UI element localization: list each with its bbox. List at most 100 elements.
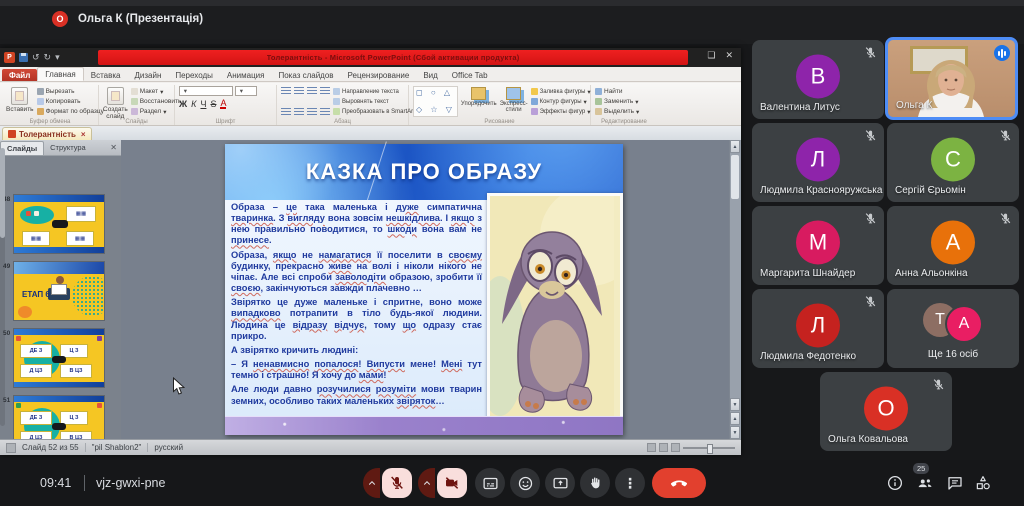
scroll-down-arrow[interactable]: ▼ [730, 398, 740, 411]
document-tab[interactable]: Толерантність × [2, 127, 92, 140]
pane-tab-outline[interactable]: Структура [44, 141, 92, 154]
ribbon-tab-slideshow[interactable]: Показ слайдов [271, 69, 340, 81]
slide-thumbnail-50[interactable]: ДЕ З Ц З Д ЦЗ В ЦЗ [13, 328, 105, 388]
layout-button[interactable]: Макет ▾ [130, 87, 182, 96]
slide-thumbnail-49[interactable]: ЕТАП 6 [13, 261, 105, 321]
camera-off-button[interactable] [437, 468, 467, 498]
arrange-button[interactable]: Упорядочить [461, 86, 497, 117]
participant-tile[interactable]: М Маргарита Шнайдер [752, 206, 884, 285]
participant-tile-video[interactable]: Ольга К [885, 37, 1018, 120]
align-text-button[interactable]: Выровнять текст [333, 97, 415, 106]
italic-button[interactable]: К [191, 99, 196, 109]
save-icon[interactable] [19, 53, 28, 62]
pane-close-icon[interactable]: ✕ [110, 143, 117, 152]
paste-button[interactable]: Вставить [6, 86, 34, 117]
participant-tile[interactable]: Л Людмила Федотенко [752, 289, 884, 368]
shapes-gallery-row2[interactable]: ◇ ☆ ▽ [416, 105, 455, 115]
redo-icon[interactable]: ↻ [44, 53, 52, 62]
participant-tile[interactable]: С Сергій Єрьомін [887, 123, 1019, 202]
status-view-zoom-controls[interactable] [647, 443, 735, 454]
participant-tile[interactable]: А Анна Альонкіна [887, 206, 1019, 285]
slideshow-view-icon[interactable] [671, 443, 680, 452]
mic-off-button[interactable] [382, 468, 412, 498]
text-direction-button[interactable]: Направление текста [333, 87, 415, 96]
captions-icon [482, 475, 499, 492]
close-window-button[interactable]: ✕ [725, 50, 733, 61]
participants-button[interactable] [916, 474, 934, 492]
ppt-title-bar[interactable]: P ↺ ↻ ▾ Толерантність - Microsoft PowerP… [0, 48, 741, 67]
ribbon-tab-home[interactable]: Главная [37, 67, 84, 81]
underline-button[interactable]: Ч [200, 99, 206, 109]
participant-tile[interactable]: Л Людмила Краснояружська [752, 123, 884, 202]
overflow-participants-tile[interactable]: Т А Ще 16 осіб [887, 289, 1019, 368]
font-color-button[interactable]: А [220, 99, 227, 109]
bullets-icon[interactable] [281, 87, 291, 95]
next-slide-button[interactable]: ▼ [730, 426, 740, 439]
line-spacing-icon[interactable] [320, 87, 330, 95]
slide-scrollbar[interactable]: ▲ ▼ ▲ ▼ [729, 140, 741, 439]
find-button[interactable]: Найти [595, 87, 639, 96]
reactions-button[interactable] [510, 468, 540, 498]
strikethrough-button[interactable]: S [210, 99, 216, 109]
quick-styles-button[interactable]: Экспресс-стили [500, 86, 528, 117]
ribbon-tab-officetab[interactable]: Office Tab [445, 69, 495, 81]
document-tab-close-icon[interactable]: × [81, 130, 86, 139]
mic-options-chevron[interactable] [363, 468, 380, 498]
align-center-icon[interactable] [294, 108, 304, 116]
shape-fill-button[interactable]: Заливка фигуры ▾ [530, 87, 591, 96]
scrollbar-thumb[interactable] [731, 155, 739, 199]
scroll-up-arrow[interactable]: ▲ [730, 140, 740, 153]
replace-button[interactable]: Заменить ▾ [595, 97, 639, 106]
pane-tab-slides[interactable]: Слайды [0, 140, 45, 155]
camera-options-chevron[interactable] [418, 468, 435, 498]
justify-icon[interactable] [320, 108, 330, 116]
ribbon-tab-design[interactable]: Дизайн [127, 69, 168, 81]
raise-hand-button[interactable] [580, 468, 610, 498]
ribbon-tab-insert[interactable]: Вставка [84, 69, 128, 81]
leave-call-button[interactable] [652, 468, 706, 498]
previous-slide-button[interactable]: ▲ [730, 412, 740, 425]
copy-button[interactable]: Копировать [36, 97, 104, 106]
sorter-view-icon[interactable] [659, 443, 668, 452]
font-name-combobox[interactable]: ▾ [179, 86, 233, 96]
numbering-icon[interactable] [294, 87, 304, 95]
more-options-button[interactable]: ⋮ [615, 468, 645, 498]
undo-icon[interactable]: ↺ [32, 53, 40, 62]
indent-icon[interactable] [307, 87, 317, 95]
chat-button[interactable] [946, 474, 964, 492]
smartart-button[interactable]: Преобразовать в SmartArt [333, 107, 415, 116]
ribbon-tab-animations[interactable]: Анимация [220, 69, 272, 81]
present-screen-button[interactable] [545, 468, 575, 498]
slide-thumbnail-51[interactable]: ДЕ З Ц З Д ЦЗ В ЦЗ [13, 395, 105, 439]
ribbon-tab-review[interactable]: Рецензирование [341, 69, 417, 81]
captions-button[interactable] [475, 468, 505, 498]
ribbon-tab-view[interactable]: Вид [416, 69, 444, 81]
align-right-icon[interactable] [307, 108, 317, 116]
new-slide-button[interactable]: Создать слайд [103, 86, 128, 120]
reset-button[interactable]: Восстановить [130, 97, 181, 106]
font-size-combobox[interactable]: ▾ [235, 86, 257, 96]
shape-outline-button[interactable]: Контур фигуры ▾ [530, 97, 591, 106]
participant-tile[interactable]: О Ольга Ковальова [820, 372, 952, 451]
slide-thumbnail-48[interactable]: ▦▦ ▦▦ ▦▦ [13, 194, 105, 254]
shapes-gallery-row1[interactable]: ◻ ○ △ [416, 88, 455, 98]
thumbnail-scrollbar[interactable] [0, 148, 5, 426]
bold-button[interactable]: Ж [179, 99, 187, 109]
zoom-slider[interactable] [707, 443, 713, 454]
align-left-icon[interactable] [281, 108, 291, 116]
activities-button[interactable] [974, 474, 992, 492]
quick-access-toolbar[interactable]: P ↺ ↻ ▾ [4, 51, 60, 64]
section-button[interactable]: Раздел ▾ [130, 107, 182, 116]
status-language[interactable]: русский [154, 443, 183, 452]
ribbon-tab-file[interactable]: Файл [2, 69, 38, 81]
select-button[interactable]: Выделить ▾ [595, 107, 639, 116]
cut-button[interactable]: Вырезать [36, 87, 104, 96]
restore-window-button[interactable]: ❑ [707, 50, 715, 61]
ribbon-tab-transitions[interactable]: Переходы [168, 69, 220, 81]
meeting-details-button[interactable] [886, 474, 904, 492]
participant-tile[interactable]: В Валентина Литус [752, 40, 884, 119]
shape-effects-button[interactable]: Эффекты фигур ▾ [530, 107, 591, 116]
normal-view-icon[interactable] [647, 443, 656, 452]
qat-dropdown-icon[interactable]: ▾ [55, 53, 60, 62]
format-painter-button[interactable]: Формат по образцу [36, 107, 104, 116]
